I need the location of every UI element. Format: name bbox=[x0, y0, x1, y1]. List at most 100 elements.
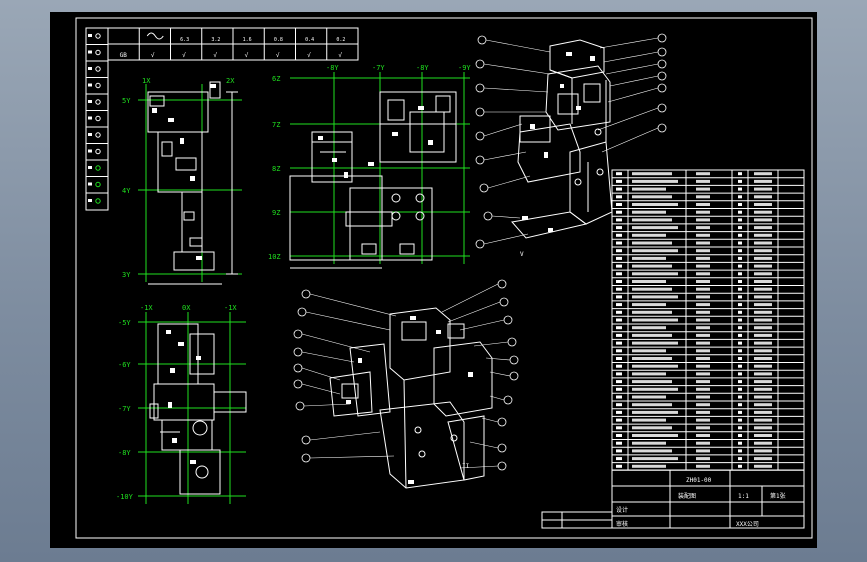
bom-cell-mark bbox=[616, 310, 622, 314]
index-tag bbox=[88, 67, 92, 70]
surface-roughness-value: 0.2 bbox=[336, 37, 345, 43]
bom-cell-mark bbox=[616, 172, 622, 176]
bom-cell-mark bbox=[754, 464, 772, 468]
bom-cell-mark bbox=[696, 295, 710, 299]
company-name: XXX公司 bbox=[736, 521, 759, 528]
index-marker bbox=[95, 49, 101, 56]
bom-cell-mark bbox=[738, 295, 742, 299]
bom-cell-mark bbox=[754, 310, 772, 314]
index-marker bbox=[95, 115, 101, 122]
bom-cell-mark bbox=[754, 364, 772, 368]
title-block: ZH01-00 装配图 1:1 第1张 XXX公司 设计 审核 bbox=[541, 469, 805, 529]
bom-cell-mark bbox=[696, 287, 710, 291]
bom-cell-mark bbox=[616, 287, 622, 291]
index-tag bbox=[88, 133, 92, 136]
leader-line bbox=[597, 107, 659, 131]
grid-label: -7Y bbox=[372, 64, 385, 72]
index-tag bbox=[88, 149, 92, 153]
bom-cell-mark bbox=[632, 395, 666, 399]
bom-cell-mark bbox=[632, 203, 678, 206]
balloon-callout bbox=[657, 33, 667, 43]
leader-line bbox=[489, 371, 511, 377]
balloon-callout bbox=[477, 35, 487, 45]
leader-line bbox=[309, 431, 381, 441]
balloon-callout bbox=[293, 329, 303, 339]
grid-label: -7Y bbox=[118, 405, 131, 413]
bom-cell-mark bbox=[696, 318, 710, 322]
bom-cell-mark bbox=[632, 403, 672, 407]
bom-cell-mark bbox=[738, 318, 742, 322]
bom-cell-mark bbox=[632, 380, 672, 384]
bom-cell-mark bbox=[754, 387, 772, 391]
bom-cell-mark bbox=[738, 372, 742, 376]
bom-cell-mark bbox=[616, 280, 622, 283]
bom-cell-mark bbox=[696, 387, 710, 391]
balloon-callout bbox=[293, 347, 303, 357]
leader-line bbox=[301, 351, 355, 363]
leader-line bbox=[305, 311, 391, 331]
leader-line bbox=[605, 63, 659, 75]
balloon-callout bbox=[497, 279, 507, 289]
bom-cell-mark bbox=[738, 364, 742, 368]
bom-cell-mark bbox=[616, 341, 622, 345]
bom-cell-mark bbox=[738, 272, 742, 276]
bom-cell-mark bbox=[738, 310, 742, 314]
bom-cell-mark bbox=[616, 333, 622, 337]
bom-cell-mark bbox=[632, 449, 672, 453]
bom-cell-mark bbox=[738, 349, 742, 353]
surface-roughness-value: 3.2 bbox=[211, 37, 220, 43]
balloon-callout bbox=[657, 103, 667, 113]
bom-cell-mark bbox=[696, 372, 710, 376]
bom-cell-mark bbox=[632, 387, 678, 391]
grid-label: 7Z bbox=[272, 121, 280, 129]
bom-cell-mark bbox=[632, 210, 666, 214]
grid-label: 2X bbox=[226, 77, 235, 85]
bom-cell-mark bbox=[632, 226, 678, 230]
bom-cell-mark bbox=[616, 403, 622, 407]
bom-cell-mark bbox=[696, 241, 710, 245]
bom-cell-mark bbox=[754, 210, 772, 214]
bom-cell-mark bbox=[616, 264, 622, 268]
bom-cell-mark bbox=[738, 226, 742, 230]
balloon-callout bbox=[475, 59, 485, 69]
bom-cell-mark bbox=[632, 426, 672, 430]
balloon-callout bbox=[297, 307, 307, 317]
bom-cell-mark bbox=[632, 195, 672, 199]
bom-cell-mark bbox=[696, 380, 710, 384]
bom-cell-mark bbox=[696, 395, 710, 399]
bom-cell-mark bbox=[616, 203, 622, 206]
bom-cell-mark bbox=[738, 434, 742, 437]
surface-symbol: √ bbox=[338, 52, 342, 59]
grid-label: 8Z bbox=[272, 165, 280, 173]
view-label: II bbox=[462, 463, 470, 470]
bom-cell-mark bbox=[696, 464, 710, 468]
leader-line bbox=[309, 293, 397, 317]
bom-cell-mark bbox=[696, 410, 710, 414]
balloon-callout bbox=[507, 337, 517, 347]
cad-viewport[interactable]: GB √ √ 6.3 √ 3.2 √ 1.6 √ 0.8 √ 0.4 √ 0.2 1X 2X 5Y 4Y … bbox=[50, 12, 817, 548]
grid-label: 9Z bbox=[272, 209, 280, 217]
view-top-c: -1X 0X -1X -5Y -6Y -7Y -8Y -10Y bbox=[116, 304, 247, 504]
bom-cell-mark bbox=[616, 441, 622, 445]
balloon-callout bbox=[301, 453, 311, 463]
bom-cell-mark bbox=[754, 441, 772, 445]
balloon-callout bbox=[503, 395, 513, 405]
bom-cell-mark bbox=[738, 203, 742, 206]
balloon-callout bbox=[475, 83, 485, 93]
bom-cell-mark bbox=[754, 272, 772, 276]
balloon-callout bbox=[475, 107, 485, 117]
leader-line bbox=[459, 319, 505, 331]
bom-cell-mark bbox=[738, 449, 742, 453]
drawing-scale: 1:1 bbox=[738, 493, 749, 500]
bom-cell-mark bbox=[754, 295, 772, 299]
leader-line bbox=[483, 151, 527, 161]
bom-cell-mark bbox=[754, 403, 772, 407]
leader-line bbox=[301, 383, 341, 395]
surface-symbol: √ bbox=[307, 52, 311, 59]
leader-line bbox=[483, 63, 551, 75]
index-column bbox=[85, 27, 109, 211]
bom-cell-mark bbox=[696, 210, 710, 214]
bom-cell-mark bbox=[696, 203, 710, 206]
drawing-title: 装配图 bbox=[678, 492, 696, 500]
bom-cell-mark bbox=[616, 426, 622, 430]
